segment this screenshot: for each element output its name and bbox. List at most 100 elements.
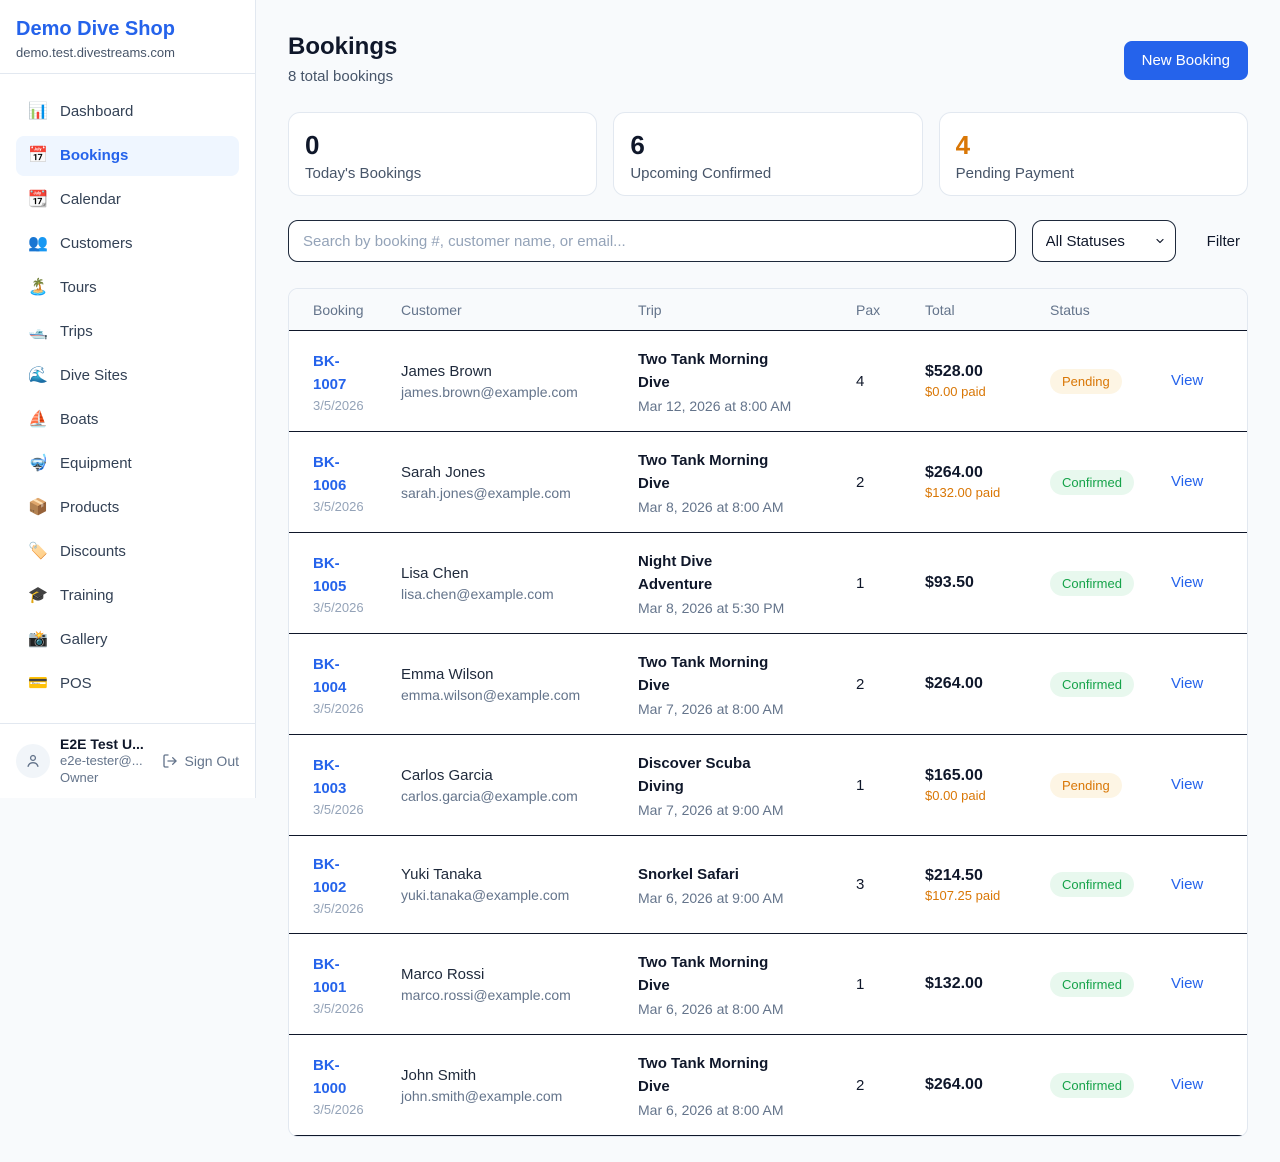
avatar xyxy=(16,744,50,778)
actions-cell: View xyxy=(1171,975,1223,993)
pax-value: 3 xyxy=(856,876,925,893)
status-cell: Confirmed xyxy=(1050,872,1171,897)
column-header-booking: Booking xyxy=(313,302,401,318)
status-cell: Confirmed xyxy=(1050,470,1171,495)
total-cell: $93.50 xyxy=(925,574,1050,592)
booking-id-link[interactable]: BK-1006 xyxy=(313,451,369,497)
nav-item[interactable]: 🏝️ Tours xyxy=(16,268,239,308)
nav-item[interactable]: 📸 Gallery xyxy=(16,620,239,660)
view-link[interactable]: View xyxy=(1171,473,1203,490)
booking-id-link[interactable]: BK-1004 xyxy=(313,653,369,699)
status-badge: Confirmed xyxy=(1050,470,1134,495)
stat-value: 4 xyxy=(956,129,1231,161)
booking-id-link[interactable]: BK-1007 xyxy=(313,350,369,396)
view-link[interactable]: View xyxy=(1171,876,1203,893)
nav-item-label: Discounts xyxy=(60,541,126,563)
filter-button[interactable]: Filter xyxy=(1199,233,1248,250)
trip-cell: Two Tank Morning Dive Mar 8, 2026 at 8:0… xyxy=(638,449,856,515)
booking-id-link[interactable]: BK-1000 xyxy=(313,1054,369,1100)
nav-item[interactable]: 📊 Dashboard xyxy=(16,92,239,132)
view-link[interactable]: View xyxy=(1171,1076,1203,1093)
booking-id-link[interactable]: BK-1005 xyxy=(313,552,369,598)
nav-item-icon: 📦 xyxy=(28,497,48,519)
view-link[interactable]: View xyxy=(1171,776,1203,793)
booking-date: 3/5/2026 xyxy=(313,1001,401,1016)
nav-item[interactable]: 🏷️ Discounts xyxy=(16,532,239,572)
booking-cell: BK-1003 3/5/2026 xyxy=(313,754,401,817)
bookings-table: Booking Customer Trip Pax Total Status B… xyxy=(288,288,1248,1137)
booking-cell: BK-1005 3/5/2026 xyxy=(313,552,401,615)
nav-item[interactable]: 🎓 Training xyxy=(16,576,239,616)
user-name: E2E Test U... xyxy=(60,736,152,752)
actions-cell: View xyxy=(1171,675,1223,693)
total-amount: $93.50 xyxy=(925,574,1050,592)
stats-row: 0 Today's Bookings 6 Upcoming Confirmed … xyxy=(288,112,1248,196)
user-role: Owner xyxy=(60,769,152,786)
customer-cell: Marco Rossi marco.rossi@example.com xyxy=(401,966,638,1003)
column-header-trip: Trip xyxy=(638,302,856,318)
stat-value: 6 xyxy=(630,129,905,161)
sidebar-nav: 📊 Dashboard 📅 Bookings 📆 Calendar 👥 Cust… xyxy=(0,74,255,723)
booking-id-link[interactable]: BK-1001 xyxy=(313,953,369,999)
app-root: Demo Dive Shop demo.test.divestreams.com… xyxy=(0,0,1280,1162)
main-content: Bookings 8 total bookings New Booking 0 … xyxy=(256,0,1280,1162)
total-cell: $264.00 xyxy=(925,675,1050,693)
nav-item-icon: 📅 xyxy=(28,145,48,167)
nav-item[interactable]: 🤿 Equipment xyxy=(16,444,239,484)
table-row: BK-1007 3/5/2026 James Brown james.brown… xyxy=(289,331,1247,432)
view-link[interactable]: View xyxy=(1171,675,1203,692)
nav-item[interactable]: ⛵ Boats xyxy=(16,400,239,440)
trip-name: Two Tank Morning Dive xyxy=(638,651,786,697)
nav-item[interactable]: 🛥️ Trips xyxy=(16,312,239,352)
paid-amount: $0.00 paid xyxy=(925,384,1011,399)
page-subtitle: 8 total bookings xyxy=(288,68,397,85)
trip-cell: Two Tank Morning Dive Mar 6, 2026 at 8:0… xyxy=(638,951,856,1017)
paid-amount: $107.25 paid xyxy=(925,888,1011,903)
view-link[interactable]: View xyxy=(1171,574,1203,591)
status-badge: Confirmed xyxy=(1050,672,1134,697)
nav-item-label: Boats xyxy=(60,409,98,431)
trip-datetime: Mar 8, 2026 at 8:00 AM xyxy=(638,499,856,515)
view-link[interactable]: View xyxy=(1171,372,1203,389)
nav-item[interactable]: 🌊 Dive Sites xyxy=(16,356,239,396)
paid-amount: $0.00 paid xyxy=(925,788,1011,803)
trip-datetime: Mar 6, 2026 at 8:00 AM xyxy=(638,1001,856,1017)
customer-cell: James Brown james.brown@example.com xyxy=(401,363,638,400)
view-link[interactable]: View xyxy=(1171,975,1203,992)
status-select-wrap: All Statuses xyxy=(1032,220,1176,262)
booking-cell: BK-1002 3/5/2026 xyxy=(313,853,401,916)
booking-id-link[interactable]: BK-1003 xyxy=(313,754,369,800)
total-amount: $264.00 xyxy=(925,675,1050,693)
total-cell: $528.00 $0.00 paid xyxy=(925,363,1050,399)
nav-item[interactable]: 📆 Calendar xyxy=(16,180,239,220)
booking-id-link[interactable]: BK-1002 xyxy=(313,853,369,899)
stat-label: Upcoming Confirmed xyxy=(630,165,905,182)
nav-item-label: POS xyxy=(60,673,92,695)
nav-item-icon: ⛵ xyxy=(28,409,48,431)
status-select[interactable]: All Statuses xyxy=(1032,220,1176,262)
nav-item[interactable]: 💳 POS xyxy=(16,664,239,704)
actions-cell: View xyxy=(1171,1076,1223,1094)
pax-value: 1 xyxy=(856,976,925,993)
stat-card: 6 Upcoming Confirmed xyxy=(613,112,922,196)
total-amount: $214.50 xyxy=(925,867,1050,885)
nav-item[interactable]: 📦 Products xyxy=(16,488,239,528)
sign-out-label: Sign Out xyxy=(185,753,239,769)
new-booking-button[interactable]: New Booking xyxy=(1124,41,1248,80)
sign-out-button[interactable]: Sign Out xyxy=(162,753,239,769)
table-row: BK-1005 3/5/2026 Lisa Chen lisa.chen@exa… xyxy=(289,533,1247,634)
nav-item[interactable]: 👥 Customers xyxy=(16,224,239,264)
status-badge: Confirmed xyxy=(1050,972,1134,997)
status-badge: Pending xyxy=(1050,369,1122,394)
customer-cell: Lisa Chen lisa.chen@example.com xyxy=(401,565,638,602)
booking-cell: BK-1007 3/5/2026 xyxy=(313,350,401,413)
search-input[interactable] xyxy=(288,220,1016,262)
customer-cell: Sarah Jones sarah.jones@example.com xyxy=(401,464,638,501)
page-title: Bookings xyxy=(288,33,397,61)
nav-item[interactable]: 📅 Bookings xyxy=(16,136,239,176)
stat-card: 4 Pending Payment xyxy=(939,112,1248,196)
booking-cell: BK-1006 3/5/2026 xyxy=(313,451,401,514)
total-cell: $132.00 xyxy=(925,975,1050,993)
stat-card: 0 Today's Bookings xyxy=(288,112,597,196)
column-header-total: Total xyxy=(925,302,1050,318)
